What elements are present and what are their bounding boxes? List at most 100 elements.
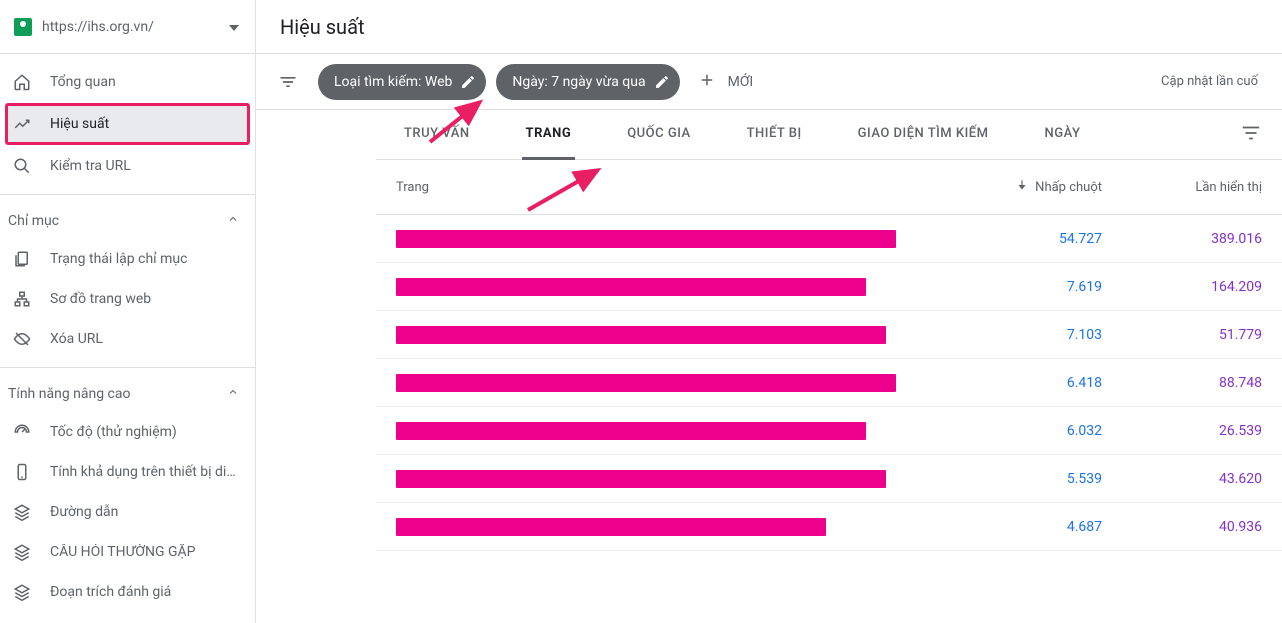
nav-label: Tốc độ (thử nghiệm): [50, 424, 177, 440]
nav-header-index[interactable]: Chỉ mục: [0, 203, 255, 239]
nav-breadcrumbs[interactable]: Đường dẫn: [0, 492, 255, 532]
search-icon: [12, 157, 32, 175]
nav-section-index: Chỉ mục Trạng thái lập chỉ mục Sơ đồ tra…: [0, 195, 255, 368]
cell-page: [396, 278, 932, 296]
table-body: 54.727389.0167.619164.2097.10351.7796.41…: [376, 215, 1282, 551]
redacted-bar: [396, 230, 896, 248]
nav-section-enhancements: Tính năng nâng cao Tốc độ (thử nghiệm) T…: [0, 368, 255, 620]
nav-label: Hiệu suất: [50, 116, 109, 132]
redacted-bar: [396, 422, 866, 440]
redacted-bar: [396, 470, 886, 488]
nav-overview[interactable]: Tổng quan: [0, 62, 255, 102]
dimension-tabs: TRUY VẤN TRANG QUỐC GIA THIẾT BỊ GIAO DIỆN T…: [376, 110, 1282, 160]
removals-icon: [12, 330, 32, 348]
trend-icon: [12, 115, 32, 133]
filter-bar: Loại tìm kiếm: Web Ngày: 7 ngày vừa qua …: [256, 54, 1282, 110]
home-icon: [12, 73, 32, 91]
cell-clicks: 54.727: [932, 231, 1102, 247]
performance-table: Trang Nhấp chuột Lần hiển thị 54.727389.…: [376, 160, 1282, 551]
tab-ngày[interactable]: NGÀY: [1041, 110, 1085, 160]
table-row[interactable]: 5.53943.620: [376, 455, 1282, 503]
tab-giao-diện-tìm-kiếm[interactable]: GIAO DIỆN TÌM KIẾM: [854, 110, 993, 160]
nav-coverage[interactable]: Trạng thái lập chỉ mục: [0, 239, 255, 279]
nav-faq[interactable]: CÂU HỎI THƯỜNG GẶP: [0, 532, 255, 572]
cell-clicks: 6.032: [932, 423, 1102, 439]
col-header-clicks-label: Nhấp chuột: [1035, 180, 1102, 195]
redacted-bar: [396, 278, 866, 296]
nav-removals[interactable]: Xóa URL: [0, 319, 255, 359]
nav-label: Tính khả dụng trên thiết bị di …: [50, 464, 239, 480]
table-row[interactable]: 54.727389.016: [376, 215, 1282, 263]
cell-clicks: 6.418: [932, 375, 1102, 391]
cell-page: [396, 470, 932, 488]
chip-label: Ngày: 7 ngày vừa qua: [512, 74, 645, 90]
table-row[interactable]: 4.68740.936: [376, 503, 1282, 551]
cell-impressions: 43.620: [1102, 471, 1262, 487]
nav-label: Kiểm tra URL: [50, 158, 131, 174]
col-header-page[interactable]: Trang: [396, 180, 932, 195]
tab-row: TRUY VẤN TRANG QUỐC GIA THIẾT BỊ GIAO DIỆN T…: [376, 110, 1108, 159]
nav-section-primary: Tổng quan Hiệu suất Kiểm tra URL: [0, 54, 255, 195]
nav-label: CÂU HỎI THƯỜNG GẶP: [50, 544, 196, 560]
chip-search-type[interactable]: Loại tìm kiếm: Web: [318, 64, 486, 100]
app-root: https://ihs.org.vn/ Tổng quan Hiệu suất: [0, 0, 1282, 623]
table-filter-button[interactable]: [1240, 122, 1282, 148]
tab-trang[interactable]: TRANG: [522, 110, 576, 160]
nav-performance[interactable]: Hiệu suất: [6, 104, 249, 144]
cell-impressions: 51.779: [1102, 327, 1262, 343]
table-row[interactable]: 7.619164.209: [376, 263, 1282, 311]
redacted-bar: [396, 518, 826, 536]
last-updated-text: Cập nhật lần cuố: [1161, 74, 1258, 89]
nav-header-enhancements[interactable]: Tính năng nâng cao: [0, 376, 255, 412]
nav-mobile-usability[interactable]: Tính khả dụng trên thiết bị di …: [0, 452, 255, 492]
nav-speed[interactable]: Tốc độ (thử nghiệm): [0, 412, 255, 452]
cell-clicks: 7.619: [932, 279, 1102, 295]
chip-label: Loại tìm kiếm: Web: [334, 74, 452, 90]
redacted-bar: [396, 374, 896, 392]
cell-impressions: 26.539: [1102, 423, 1262, 439]
cell-impressions: 40.936: [1102, 519, 1262, 535]
nav-label: Đoạn trích đánh giá: [50, 584, 171, 600]
cell-page: [396, 422, 932, 440]
tab-quốc-gia[interactable]: QUỐC GIA: [623, 110, 694, 160]
redacted-bar: [396, 326, 886, 344]
property-selector[interactable]: https://ihs.org.vn/: [0, 0, 255, 54]
col-header-impressions[interactable]: Lần hiển thị: [1102, 180, 1262, 195]
nav-sitemaps[interactable]: Sơ đồ trang web: [0, 279, 255, 319]
edit-icon: [460, 74, 476, 90]
content-area: TRUY VẤN TRANG QUỐC GIA THIẾT BỊ GIAO DIỆN T…: [256, 110, 1282, 623]
table-row[interactable]: 6.03226.539: [376, 407, 1282, 455]
cell-page: [396, 230, 932, 248]
nav-label: Trạng thái lập chỉ mục: [50, 251, 187, 267]
tab-truy-vấn[interactable]: TRUY VẤN: [400, 110, 474, 160]
chip-date-range[interactable]: Ngày: 7 ngày vừa qua: [496, 64, 679, 100]
tab-thiết-bị[interactable]: THIẾT BỊ: [743, 110, 806, 160]
cell-impressions: 389.016: [1102, 231, 1262, 247]
nav-url-inspect[interactable]: Kiểm tra URL: [0, 146, 255, 186]
chevron-up-icon: [227, 213, 239, 229]
main-panel: Hiệu suất Loại tìm kiếm: Web Ngày: 7 ngà…: [256, 0, 1282, 623]
col-header-clicks[interactable]: Nhấp chuột: [932, 178, 1102, 196]
table-header: Trang Nhấp chuột Lần hiển thị: [376, 160, 1282, 215]
edit-icon: [654, 74, 670, 90]
table-row[interactable]: 6.41888.748: [376, 359, 1282, 407]
sort-down-icon: [1015, 178, 1029, 196]
site-url: https://ihs.org.vn/: [42, 19, 219, 35]
cell-page: [396, 518, 932, 536]
page-title: Hiệu suất: [280, 15, 365, 39]
add-filter-button[interactable]: MỚI: [690, 71, 762, 93]
nav-label: Sơ đồ trang web: [50, 291, 151, 307]
cell-page: [396, 374, 932, 392]
plus-icon: [698, 71, 716, 93]
nav-review-snippets[interactable]: Đoạn trích đánh giá: [0, 572, 255, 612]
layers-icon: [12, 503, 32, 521]
filter-list-button[interactable]: [268, 62, 308, 102]
layers-icon: [12, 583, 32, 601]
site-favicon-icon: [14, 18, 32, 36]
caret-down-icon: [229, 19, 239, 35]
chevron-up-icon: [227, 386, 239, 402]
nav-label: Đường dẫn: [50, 504, 118, 520]
table-row[interactable]: 7.10351.779: [376, 311, 1282, 359]
cell-impressions: 88.748: [1102, 375, 1262, 391]
nav-label: Xóa URL: [50, 331, 103, 347]
